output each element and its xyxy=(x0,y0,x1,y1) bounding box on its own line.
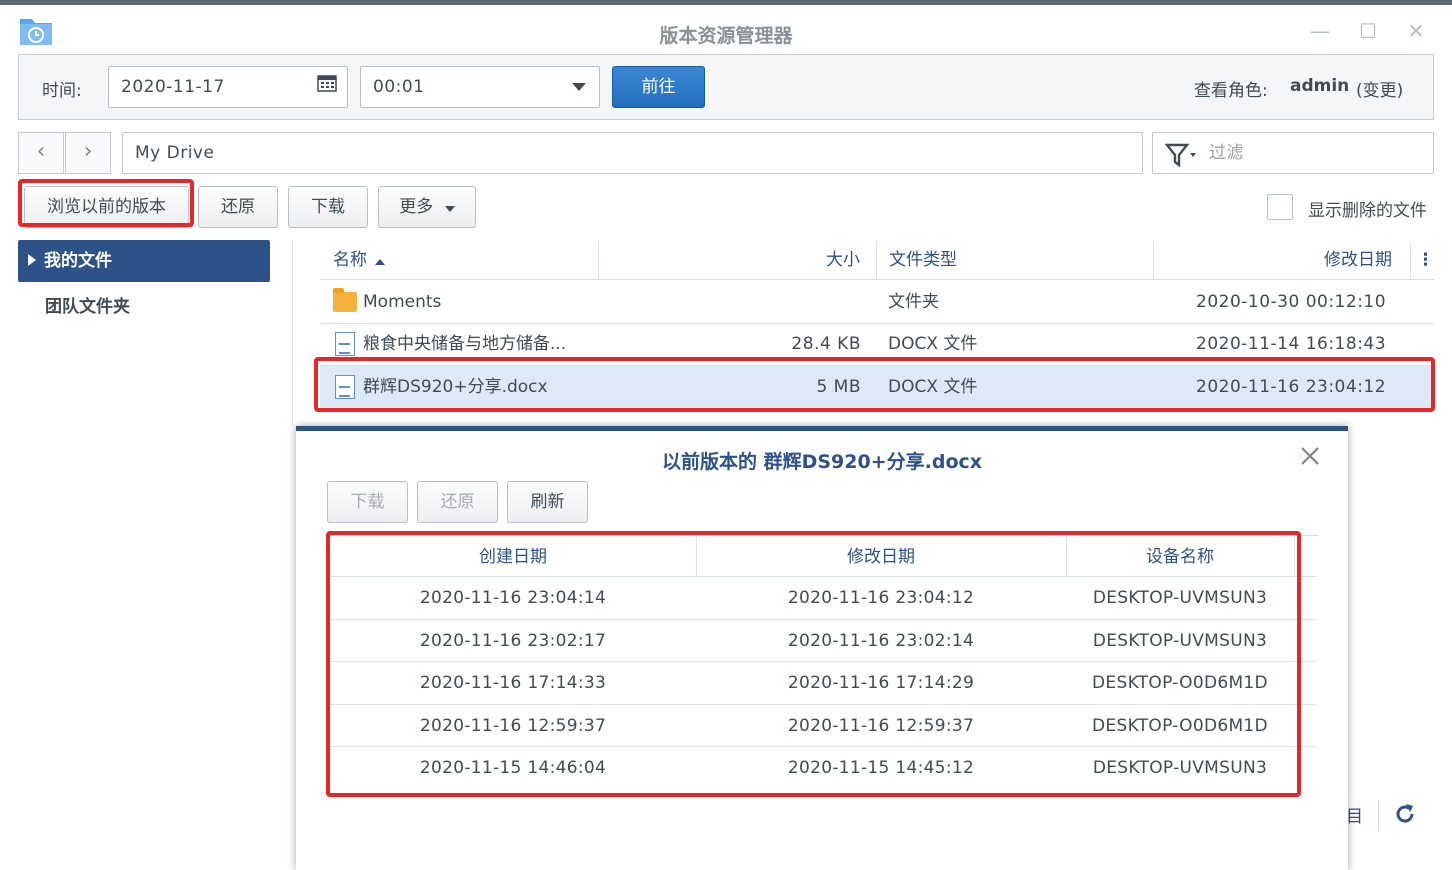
back-button[interactable]: ‹ xyxy=(18,132,64,174)
file-grid-header: 名称 大小 文件类型 修改日期 ⋮ xyxy=(320,240,1434,280)
dialog-title: 以前版本的 群辉DS920+分享.docx xyxy=(661,451,983,473)
dialog-restore-button[interactable]: 还原 xyxy=(417,481,498,523)
highlight-box-versions-table xyxy=(326,531,1301,797)
hidden-toolbar-text: 目 xyxy=(1346,807,1363,827)
column-separator xyxy=(876,242,877,280)
caret-right-icon xyxy=(28,240,36,282)
dialog-refresh-button[interactable]: 刷新 xyxy=(507,481,588,523)
refresh-icon[interactable] xyxy=(1393,802,1417,831)
sidebar-divider xyxy=(292,240,293,426)
file-name: Moments xyxy=(363,292,442,312)
dialog-download-button[interactable]: 下载 xyxy=(327,481,408,523)
date-picker[interactable]: 2020-11-17 xyxy=(108,66,348,108)
sidebar-item-my-files[interactable]: 我的文件 xyxy=(18,240,270,282)
time-value: 00:01 xyxy=(373,77,425,97)
caret-down-icon xyxy=(444,187,455,227)
close-dialog-icon[interactable] xyxy=(1299,445,1321,472)
filter-placeholder: 过滤 xyxy=(1209,143,1244,163)
column-header-modified[interactable]: 修改日期 xyxy=(1324,240,1392,280)
file-modified: 2020-10-30 00:12:10 xyxy=(1196,292,1387,312)
show-deleted-checkbox[interactable] xyxy=(1267,194,1293,220)
column-separator xyxy=(1410,242,1411,280)
toolbar-divider xyxy=(1378,800,1379,830)
role-label: 查看角色: xyxy=(1194,81,1268,101)
filter-input[interactable]: 过滤 xyxy=(1152,132,1434,174)
path-bar[interactable]: My Drive xyxy=(122,132,1143,174)
docx-file-icon xyxy=(335,332,355,356)
restore-button[interactable]: 还原 xyxy=(198,186,278,228)
calendar-icon[interactable] xyxy=(317,67,337,107)
window-title: 版本资源管理器 xyxy=(659,25,793,47)
more-label: 更多 xyxy=(399,197,434,217)
column-options-icon[interactable]: ⋮ xyxy=(1417,240,1434,280)
highlight-box-browse xyxy=(18,179,194,227)
download-button[interactable]: 下载 xyxy=(288,186,368,228)
sidebar-item-label: 我的文件 xyxy=(44,251,112,271)
column-separator xyxy=(1153,242,1154,280)
show-deleted-label: 显示删除的文件 xyxy=(1308,201,1427,221)
role-user: admin xyxy=(1290,76,1350,96)
time-label: 时间: xyxy=(42,81,82,101)
folder-icon xyxy=(333,288,357,312)
title-bar: 版本资源管理器 — ☐ ✕ xyxy=(0,5,1452,50)
sort-ascending-icon xyxy=(375,240,386,280)
column-header-size[interactable]: 大小 xyxy=(826,240,860,280)
go-button[interactable]: 前往 xyxy=(612,66,705,108)
column-header-type[interactable]: 文件类型 xyxy=(889,240,957,280)
sidebar-item-team-folders[interactable]: 团队文件夹 xyxy=(45,292,130,317)
previous-versions-dialog: 以前版本的 群辉DS920+分享.docx 下载 还原 刷新 创建日期 修改日期… xyxy=(296,426,1348,870)
dropdown-arrow-icon xyxy=(571,67,587,107)
more-button[interactable]: 更多 xyxy=(378,186,476,228)
column-header-name-label: 名称 xyxy=(333,250,367,270)
maximize-button[interactable]: ☐ xyxy=(1356,19,1380,43)
forward-button[interactable]: › xyxy=(65,132,111,174)
filter-icon[interactable] xyxy=(1164,142,1199,182)
column-separator xyxy=(598,242,599,280)
minimize-button[interactable]: — xyxy=(1308,19,1332,43)
highlight-box-selected-file xyxy=(314,357,1435,412)
change-role-link[interactable]: (变更) xyxy=(1356,76,1403,101)
file-type: 文件夹 xyxy=(888,292,939,312)
file-row-moments[interactable]: Moments 文件夹 2020-10-30 00:12:10 xyxy=(320,281,1434,324)
time-select[interactable]: 00:01 xyxy=(360,66,600,108)
column-header-name[interactable]: 名称 xyxy=(333,240,386,280)
close-window-button[interactable]: ✕ xyxy=(1404,19,1428,43)
date-value: 2020-11-17 xyxy=(121,77,225,97)
